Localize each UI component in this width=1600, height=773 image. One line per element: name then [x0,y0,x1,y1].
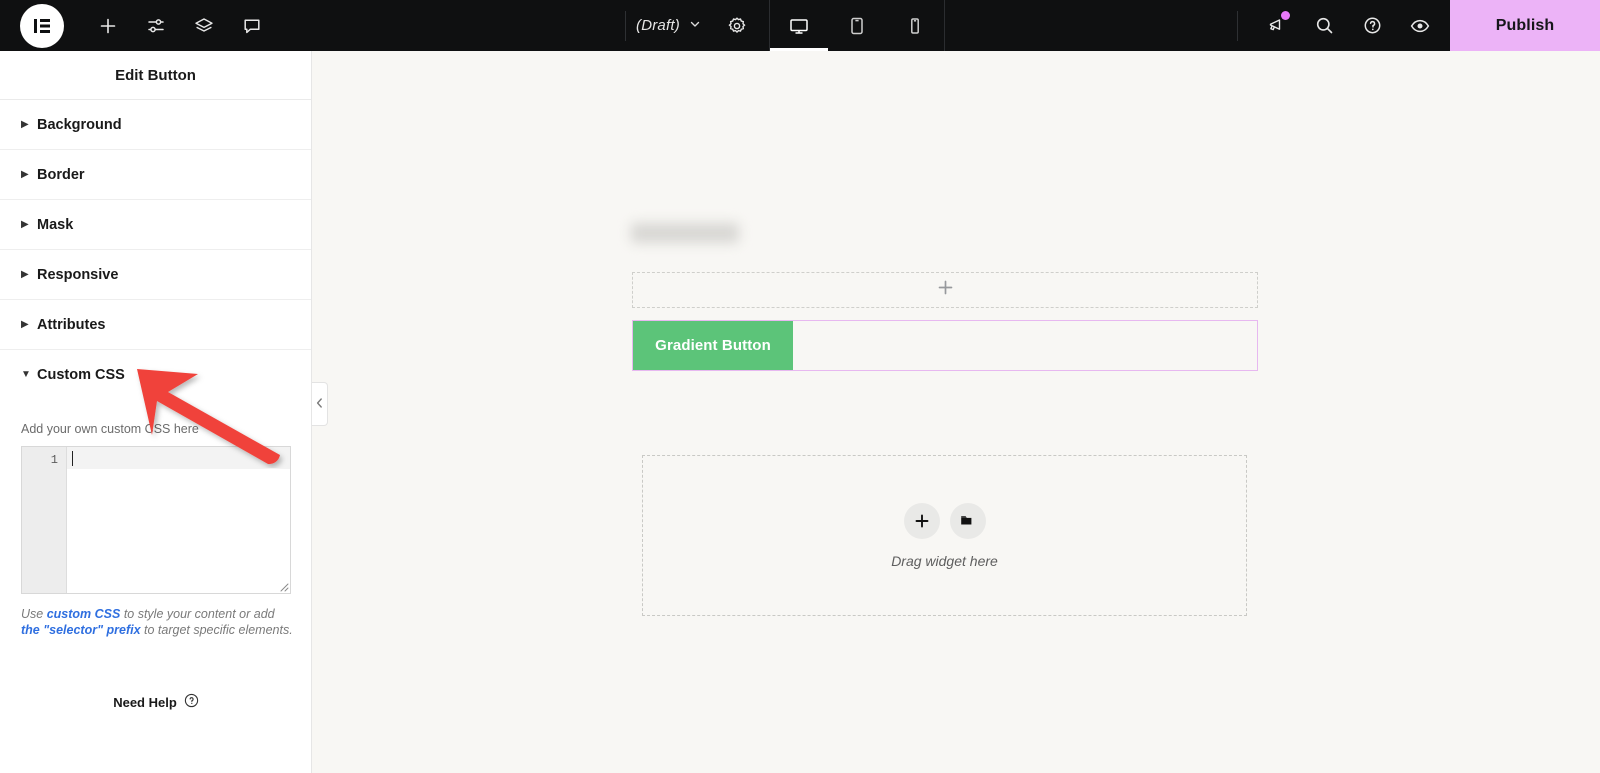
gradient-button-widget[interactable]: Gradient Button [633,321,793,370]
caret-right-icon: ▶ [21,118,29,130]
comments-bubble-icon[interactable] [228,0,276,51]
panel-section-attributes[interactable]: ▶ Attributes [0,300,311,350]
dropzone-template-folder-button[interactable] [949,502,986,539]
search-icon[interactable] [1300,0,1348,51]
need-help-link[interactable]: Need Help [0,693,311,711]
panel-section-background[interactable]: ▶ Background [0,100,311,150]
widget-dropzone[interactable]: Drag widget here [642,455,1247,616]
selector-prefix-link[interactable]: the "selector" prefix [21,623,141,637]
panel-section-custom-css[interactable]: ▼ Custom CSS [0,350,311,400]
panel-collapse-handle[interactable] [312,382,328,426]
editor-code-area[interactable] [67,447,290,593]
megaphone-notifications-icon[interactable] [1252,0,1300,51]
document-status-dropdown[interactable]: (Draft) [626,17,715,35]
panel-section-border[interactable]: ▶ Border [0,150,311,200]
custom-css-body: Add your own custom CSS here 1 Use custo… [0,400,311,638]
section-label: Mask [37,216,74,233]
caret-right-icon: ▶ [21,268,29,280]
toolbar-center-group: (Draft) [625,0,945,51]
need-help-label: Need Help [113,694,177,710]
editor-resize-handle[interactable] [276,579,289,592]
dropzone-add-widget-button[interactable] [903,502,940,539]
publish-button[interactable]: Publish [1450,0,1600,51]
help-question-icon[interactable] [1348,0,1396,51]
elementor-logo-button[interactable] [0,3,84,48]
chevron-down-icon [689,17,701,35]
document-status-label: (Draft) [636,17,680,34]
dropzone-label: Drag widget here [891,552,998,569]
custom-css-hint: Add your own custom CSS here [21,422,199,436]
footnote-text: to target specific elements. [140,623,293,637]
section-label: Border [37,166,85,183]
toolbar-divider [943,0,945,51]
dropzone-actions [903,502,986,539]
notification-dot [1281,11,1290,20]
footnote-text: to style your content or add [120,607,275,621]
footnote-text: Use [21,607,47,621]
add-element-icon[interactable] [84,0,132,51]
device-mode-switcher [769,0,944,51]
section-label: Attributes [37,316,106,333]
device-tablet-button[interactable] [828,0,886,51]
editor-text-caret [72,451,73,466]
custom-css-footnote: Use custom CSS to style your content or … [21,606,293,638]
editor-canvas: Gradient Button Drag widget here [312,51,1600,773]
plus-icon [937,279,954,301]
editor-line-number: 1 [50,453,58,467]
caret-down-icon: ▼ [21,369,31,380]
caret-right-icon: ▶ [21,218,29,230]
site-settings-sliders-icon[interactable] [132,0,180,51]
toolbar-left-group [0,0,276,51]
section-label: Custom CSS [37,367,125,383]
device-desktop-button[interactable] [769,0,828,51]
panel-section-mask[interactable]: ▶ Mask [0,200,311,250]
blurred-heading-widget [631,223,739,243]
add-section-row[interactable] [632,272,1258,308]
help-question-icon [184,693,199,711]
page-title: Edit Button [0,51,311,100]
edit-panel: Edit Button ▶ Background ▶ Border ▶ Mask… [0,51,312,773]
caret-right-icon: ▶ [21,318,29,330]
elementor-logo-icon [20,3,64,48]
toolbar-right-group: Publish [1237,0,1600,51]
chevron-left-icon [315,397,324,412]
editor-active-line [67,447,290,469]
layers-structure-icon[interactable] [180,0,228,51]
section-label: Background [37,116,122,133]
preview-eye-icon[interactable] [1396,0,1444,51]
top-toolbar: (Draft) Publish [0,0,1600,51]
caret-right-icon: ▶ [21,168,29,180]
device-mobile-button[interactable] [886,0,944,51]
custom-css-link[interactable]: custom CSS [47,607,121,621]
section-label: Responsive [37,266,119,283]
panel-section-responsive[interactable]: ▶ Responsive [0,250,311,300]
editor-gutter: 1 [22,447,67,593]
toolbar-divider [1237,10,1238,41]
gear-icon[interactable] [715,0,759,51]
custom-css-code-editor[interactable]: 1 [21,446,291,594]
